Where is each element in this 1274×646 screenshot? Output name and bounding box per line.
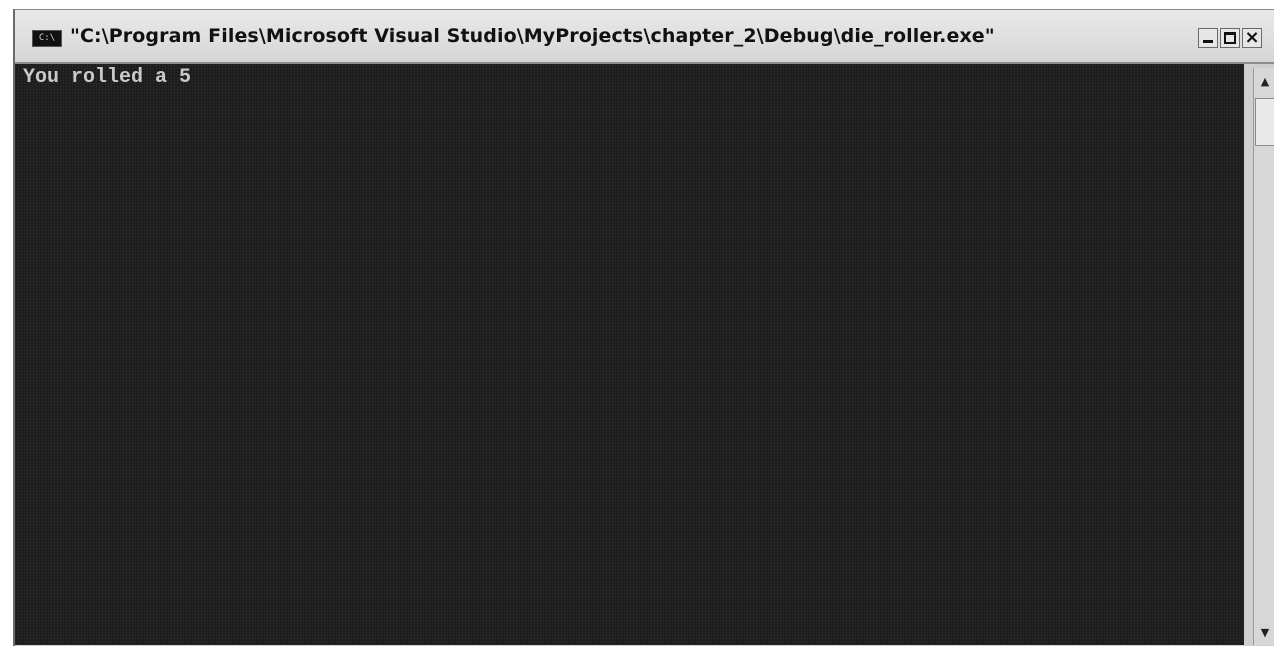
minimize-icon [1203,40,1213,43]
console-line: You rolled a 5 [23,66,192,89]
minimize-button[interactable] [1198,28,1218,48]
console-app-icon[interactable]: C:\ [32,30,62,47]
maximize-button[interactable] [1220,28,1240,48]
console-output-area[interactable]: You rolled a 5 [15,64,1244,645]
scroll-up-arrow-icon[interactable]: ▲ [1254,72,1274,92]
console-window: C:\ "C:\Program Files\Microsoft Visual S… [13,9,1274,646]
close-button[interactable]: × [1242,28,1262,48]
scroll-down-arrow-icon[interactable]: ▼ [1254,623,1274,643]
title-bar[interactable]: C:\ "C:\Program Files\Microsoft Visual S… [15,10,1274,64]
maximize-icon [1224,32,1236,44]
close-icon: × [1244,27,1260,48]
scroll-thumb[interactable] [1255,98,1274,146]
vertical-scrollbar[interactable]: ▲ ▼ [1253,68,1274,645]
window-title: "C:\Program Files\Microsoft Visual Studi… [70,25,995,47]
